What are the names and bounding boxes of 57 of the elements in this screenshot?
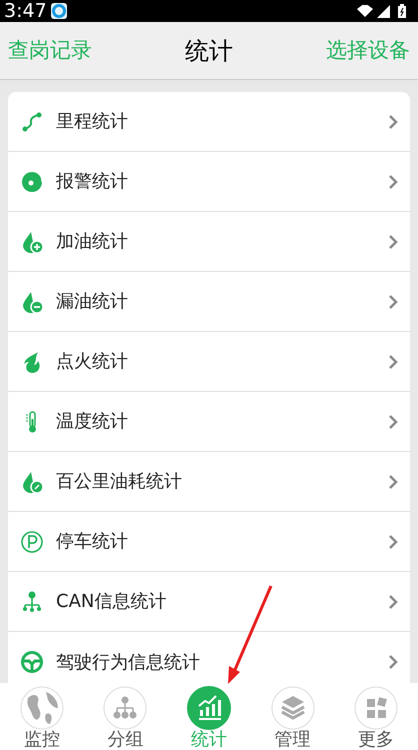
hierarchy-icon (20, 590, 44, 614)
stats-list-item[interactable]: CAN信息统计 (8, 572, 410, 632)
item-label: 停车统计 (56, 530, 129, 554)
chevron-right-icon (388, 654, 398, 670)
parking-icon (20, 530, 44, 554)
chevron-right-icon (388, 174, 398, 190)
chevron-right-icon (388, 234, 398, 250)
tab-label: 分组 (107, 730, 144, 750)
hierarchy-icon (103, 686, 148, 730)
drop-minus-icon (20, 290, 44, 314)
stats-list-item[interactable]: 漏油统计 (8, 272, 410, 332)
chevron-right-icon (388, 414, 398, 430)
drop-plus-icon (20, 230, 44, 254)
stats-list-item[interactable]: 里程统计 (8, 92, 410, 152)
tab[interactable]: 监控 (0, 683, 84, 750)
grid-icon (354, 686, 398, 730)
signal-icon (377, 4, 390, 18)
tab-label: 更多 (358, 730, 394, 750)
chevron-right-icon (388, 474, 398, 490)
item-label: CAN信息统计 (56, 590, 168, 614)
route-icon (20, 110, 44, 134)
stats-list-item[interactable]: 百公里油耗统计 (8, 452, 410, 512)
stats-list-item[interactable]: 停车统计 (8, 512, 410, 572)
steering-wheel-icon (20, 650, 44, 674)
bar-chart-icon (186, 686, 231, 730)
chevron-right-icon (388, 114, 398, 130)
drop-gauge-icon (20, 470, 44, 494)
item-label: 报警统计 (56, 170, 129, 194)
tab[interactable]: 更多 (334, 683, 418, 750)
item-label: 百公里油耗统计 (56, 470, 183, 494)
disc-icon (20, 170, 44, 194)
chevron-right-icon (388, 594, 398, 610)
stats-list-item[interactable]: 驾驶行为信息统计 (8, 632, 410, 683)
item-label: 温度统计 (56, 410, 129, 434)
item-label: 点火统计 (56, 350, 129, 374)
chevron-right-icon (388, 294, 398, 310)
stats-list-item[interactable]: 报警统计 (8, 152, 410, 212)
status-time: 3:47 (4, 2, 47, 20)
tab[interactable]: 分组 (84, 683, 168, 750)
layers-icon (270, 686, 315, 730)
item-label: 加油统计 (56, 230, 129, 254)
app-notification-icon (50, 3, 67, 19)
tab[interactable]: 管理 (250, 683, 334, 750)
item-label: 里程统计 (56, 110, 129, 134)
chevron-right-icon (388, 534, 398, 550)
stats-list-item[interactable]: 加油统计 (8, 212, 410, 272)
tab-label: 监控 (24, 730, 60, 750)
page-title: 统计 (185, 36, 233, 66)
tab-label: 管理 (274, 730, 311, 750)
chevron-right-icon (388, 354, 398, 370)
wifi-icon (357, 5, 373, 17)
battery-icon (398, 4, 406, 18)
stats-list-item[interactable]: 温度统计 (8, 392, 410, 452)
stats-list-item[interactable]: 点火统计 (8, 332, 410, 392)
item-label: 漏油统计 (56, 290, 129, 314)
tab-label: 统计 (190, 730, 227, 750)
item-label: 驾驶行为信息统计 (56, 650, 201, 674)
